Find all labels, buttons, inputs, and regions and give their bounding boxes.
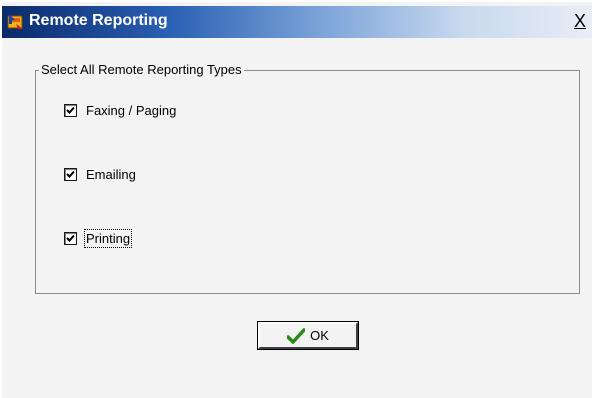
option-label-printing: Printing — [83, 228, 133, 248]
groupbox-legend: Select All Remote Reporting Types — [39, 62, 244, 77]
checkmark-icon — [66, 106, 75, 114]
option-emailing[interactable]: Emailing — [64, 166, 136, 182]
ok-button[interactable]: OK — [257, 321, 359, 350]
dialog-body: Select All Remote Reporting Types Faxing… — [2, 38, 592, 398]
checkbox-printing[interactable] — [64, 231, 77, 245]
option-faxing-paging[interactable]: Faxing / Paging — [64, 102, 176, 118]
checkbox-faxing-paging[interactable] — [64, 103, 77, 117]
option-label-faxing-paging: Faxing / Paging — [86, 102, 177, 118]
close-button[interactable]: X — [574, 12, 586, 30]
ok-button-label: OK — [310, 328, 329, 343]
title-bar[interactable]: Remote Reporting X — [2, 6, 592, 38]
checkbox-emailing[interactable] — [64, 167, 77, 181]
window-title: Remote Reporting — [29, 12, 168, 29]
checkmark-icon — [66, 234, 75, 242]
option-printing[interactable]: Printing — [64, 228, 133, 248]
checkmark-icon — [287, 327, 306, 344]
checkmark-icon — [66, 170, 75, 178]
remote-reporting-window: Remote Reporting X Select All Remote Rep… — [0, 0, 592, 398]
option-label-emailing: Emailing — [86, 166, 136, 182]
app-icon — [7, 14, 23, 29]
